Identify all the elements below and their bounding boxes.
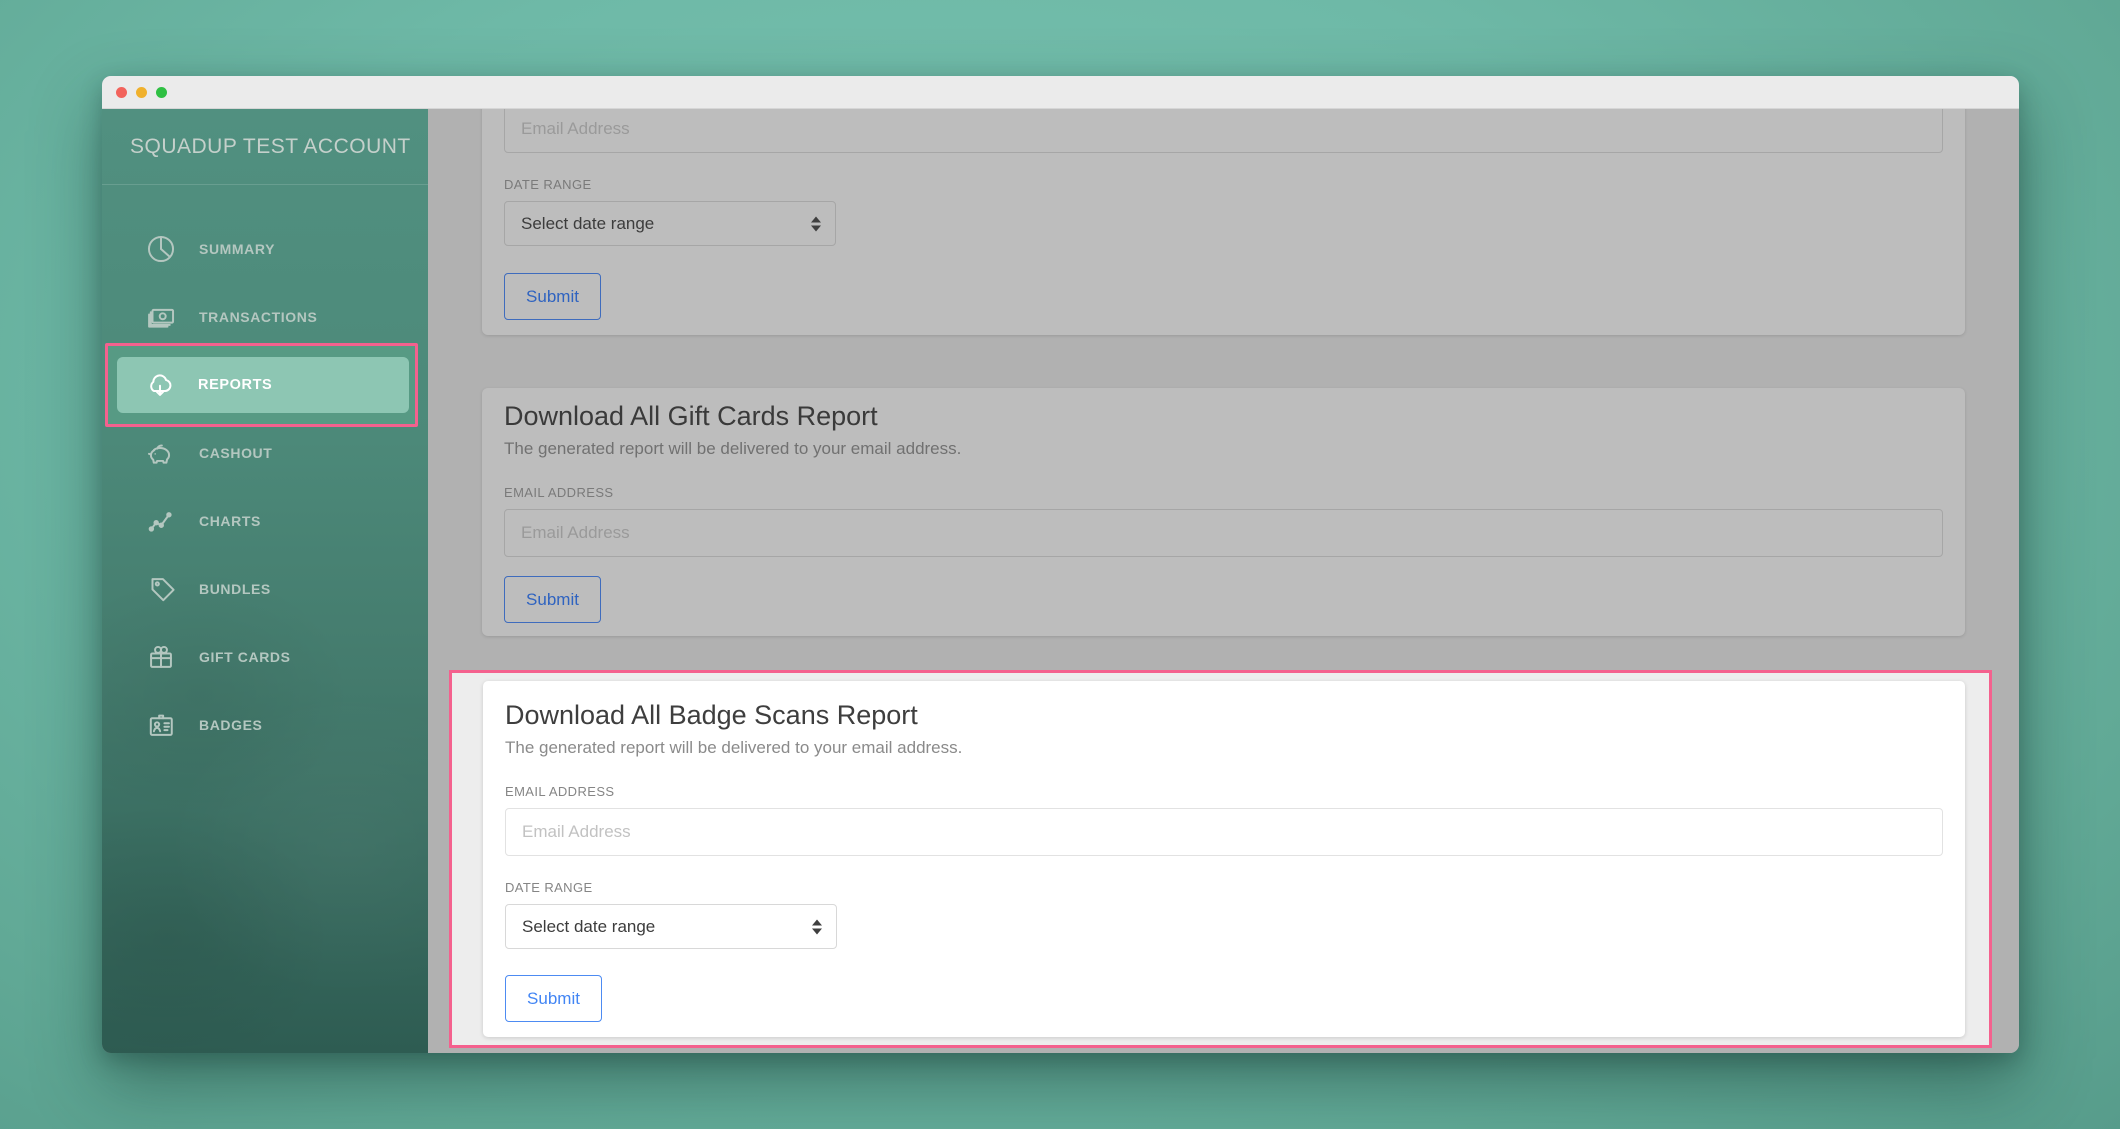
email-input[interactable] bbox=[504, 509, 1943, 557]
date-range-label: DATE RANGE bbox=[505, 880, 593, 895]
cash-icon bbox=[143, 299, 179, 335]
email-input[interactable] bbox=[505, 808, 1943, 856]
tag-icon bbox=[143, 571, 179, 607]
piggy-bank-icon bbox=[143, 435, 179, 471]
email-input[interactable] bbox=[504, 109, 1943, 153]
badge-scans-report-card: Download All Badge Scans Report The gene… bbox=[483, 681, 1965, 1037]
card-title: Download All Gift Cards Report bbox=[504, 401, 878, 431]
card-subtitle: The generated report will be delivered t… bbox=[505, 738, 963, 757]
submit-button[interactable]: Submit bbox=[504, 273, 601, 320]
sidebar-item-summary[interactable]: SUMMARY bbox=[102, 215, 428, 283]
cloud-download-icon bbox=[142, 367, 178, 403]
select-arrows-icon bbox=[811, 216, 821, 231]
date-range-select[interactable]: Select date range bbox=[505, 904, 837, 949]
zoom-window-icon[interactable] bbox=[156, 86, 167, 98]
date-range-value: Select date range bbox=[522, 916, 656, 936]
sidebar-item-reports[interactable]: REPORTS bbox=[117, 357, 409, 413]
sidebar-item-gift-cards[interactable]: GIFT CARDS bbox=[102, 623, 428, 691]
sidebar-item-cashout[interactable]: CASHOUT bbox=[102, 419, 428, 487]
date-range-value: Select date range bbox=[521, 213, 655, 233]
close-window-icon[interactable] bbox=[116, 86, 127, 98]
window-titlebar bbox=[102, 76, 2019, 109]
sidebar: SQUADUP TEST ACCOUNT SUMMARY TRANSACTION… bbox=[102, 109, 428, 1053]
pie-chart-icon bbox=[143, 231, 179, 267]
sidebar-item-charts[interactable]: CHARTS bbox=[102, 487, 428, 555]
minimize-window-icon[interactable] bbox=[136, 86, 147, 98]
email-address-label: EMAIL ADDRESS bbox=[505, 784, 615, 799]
date-range-label: DATE RANGE bbox=[504, 177, 592, 192]
sidebar-item-badges[interactable]: BADGES bbox=[102, 691, 428, 759]
card-title: Download All Badge Scans Report bbox=[505, 700, 918, 730]
id-badge-icon bbox=[143, 707, 179, 743]
account-name: SQUADUP TEST ACCOUNT bbox=[102, 109, 428, 185]
select-arrows-icon bbox=[812, 919, 822, 934]
sidebar-item-bundles[interactable]: BUNDLES bbox=[102, 555, 428, 623]
submit-button[interactable]: Submit bbox=[505, 975, 602, 1022]
app-window: SQUADUP TEST ACCOUNT SUMMARY TRANSACTION… bbox=[102, 76, 2019, 1053]
sidebar-item-transactions[interactable]: TRANSACTIONS bbox=[102, 283, 428, 351]
submit-button[interactable]: Submit bbox=[504, 576, 601, 623]
highlight-annotation-badge-card: Download All Badge Scans Report The gene… bbox=[449, 670, 1992, 1048]
main-content: DATE RANGE Select date range Submit Down… bbox=[428, 109, 2019, 1053]
email-address-label: EMAIL ADDRESS bbox=[504, 485, 614, 500]
card-subtitle: The generated report will be delivered t… bbox=[504, 439, 962, 458]
line-chart-icon bbox=[143, 503, 179, 539]
gift-icon bbox=[143, 639, 179, 675]
report-card-partial: DATE RANGE Select date range Submit bbox=[482, 109, 1965, 335]
highlight-annotation-reports: REPORTS bbox=[105, 343, 418, 427]
sidebar-nav: SUMMARY TRANSACTIONS REPORTS CASHOUT CHA… bbox=[102, 215, 428, 759]
date-range-select[interactable]: Select date range bbox=[504, 201, 836, 246]
gift-cards-report-card: Download All Gift Cards Report The gener… bbox=[482, 388, 1965, 636]
